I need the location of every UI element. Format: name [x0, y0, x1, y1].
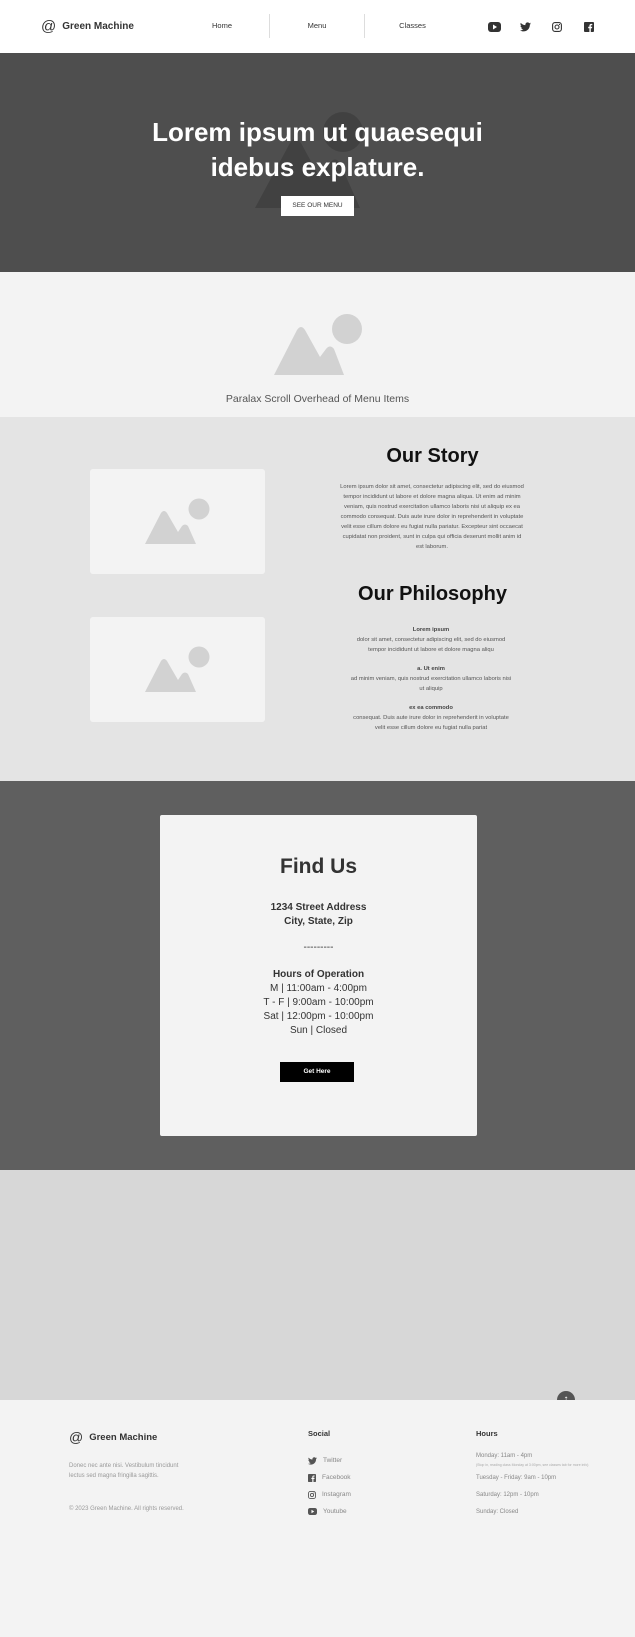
find-us-card: Find Us 1234 Street Address City, State,…	[160, 815, 477, 1136]
philosophy-item: Lorem ipsum dolor sit amet, consectetur …	[350, 625, 512, 655]
parallax-section: Paralax Scroll Overhead of Menu Items	[0, 272, 635, 417]
youtube-icon[interactable]	[488, 19, 520, 33]
brand-name: Green Machine	[62, 21, 134, 32]
footer-hours-row: Saturday: 12pm - 10pm	[476, 1492, 539, 1498]
philosophy-image-placeholder	[90, 617, 265, 722]
footer-social-label: Youtube	[323, 1508, 347, 1515]
get-here-button[interactable]: Get Here	[280, 1062, 354, 1082]
footer-hours-heading: Hours	[476, 1429, 498, 1438]
philosophy-list: Lorem ipsum dolor sit amet, consectetur …	[350, 625, 512, 742]
twitter-icon[interactable]	[520, 19, 552, 33]
nav-links: Home Menu Classes	[175, 14, 460, 38]
divider: ---------	[303, 942, 334, 953]
story-section: Our Story Lorem ipsum dolor sit amet, co…	[0, 417, 635, 781]
facebook-icon[interactable]	[584, 19, 616, 33]
our-story-text: Lorem ipsum dolor sit amet, consectetur …	[340, 484, 524, 550]
at-sign-icon: @	[69, 1429, 84, 1445]
instagram-icon[interactable]	[552, 19, 584, 33]
nav-link-classes[interactable]: Classes	[365, 14, 460, 38]
hours-row: Sun | Closed	[289, 1025, 348, 1036]
image-placeholder-icon	[274, 314, 362, 375]
footer-social-heading: Social	[308, 1429, 331, 1438]
philosophy-item-text: ad minim veniam, quis nostrud exercitati…	[350, 676, 512, 692]
footer-social-instagram[interactable]: Instagram	[308, 1486, 351, 1503]
image-placeholder-icon	[145, 646, 210, 692]
hero-section: Lorem ipsum ut quaesequi idebus explatur…	[0, 53, 635, 272]
top-navbar: @ Green Machine Home Menu Classes	[0, 0, 635, 53]
nav-link-menu[interactable]: Menu	[270, 14, 365, 38]
footer-hours-row: Tuesday - Friday: 9am - 10pm	[476, 1475, 557, 1481]
footer-social-label: Facebook	[322, 1474, 351, 1481]
hours-row: Sat | 12:00pm - 10:00pm	[263, 1011, 374, 1022]
nav-social-icons	[488, 19, 616, 33]
hours-list: M | 11:00am - 4:00pm T - F | 9:00am - 10…	[160, 982, 477, 1038]
philosophy-item-heading: a. Ut enim	[417, 666, 445, 672]
find-us-heading: Find Us	[280, 855, 357, 878]
parallax-caption: Paralax Scroll Overhead of Menu Items	[225, 393, 410, 405]
our-story-heading: Our Story	[386, 445, 479, 467]
philosophy-item-heading: Lorem ipsum	[412, 627, 450, 633]
philosophy-item-text: consequat. Duis aute irure dolor in repr…	[353, 715, 509, 731]
hero-title-line-2: idebus explature.	[210, 152, 425, 182]
at-sign-icon: @	[41, 18, 57, 35]
philosophy-item-heading: ex ea commodo	[409, 705, 453, 711]
footer-social-label: Instagram	[322, 1491, 351, 1498]
twitter-icon	[308, 1456, 317, 1465]
philosophy-item: ex ea commodo consequat. Duis aute irure…	[350, 703, 512, 733]
footer-brand-name: Green Machine	[89, 1431, 158, 1443]
footer-social-label: Twitter	[323, 1457, 343, 1464]
philosophy-item-text: dolor sit amet, consectetur adipiscing e…	[356, 637, 506, 653]
youtube-icon	[308, 1508, 317, 1515]
hours-heading: Hours of Operation	[272, 969, 365, 980]
find-us-section: Find Us 1234 Street Address City, State,…	[0, 781, 635, 1170]
footer-social-youtube[interactable]: Youtube	[308, 1503, 351, 1520]
see-menu-button[interactable]: SEE OUR MENU	[281, 196, 354, 216]
our-philosophy-heading: Our Philosophy	[358, 583, 507, 605]
footer-hours-note: (Stop in, reading class Monday at 3:00pm…	[476, 1463, 589, 1467]
instagram-icon	[308, 1490, 316, 1499]
hours-row: M | 11:00am - 4:00pm	[270, 983, 367, 994]
footer-social-facebook[interactable]: Facebook	[308, 1469, 351, 1486]
image-placeholder-icon	[145, 498, 210, 544]
footer-hours-row: Sunday: Closed	[476, 1509, 519, 1515]
brand-logo[interactable]: @ Green Machine	[41, 18, 134, 35]
hero-title: Lorem ipsum ut quaesequi idebus explatur…	[120, 115, 515, 185]
footer-copyright: © 2023 Green Machine. All rights reserve…	[69, 1506, 184, 1512]
hero-title-line-1: Lorem ipsum ut quaesequi	[152, 117, 483, 147]
footer-description: Donec nec ante nisi. Vestibulum tincidun…	[69, 1463, 179, 1479]
address-line-2: City, State, Zip	[284, 916, 353, 927]
footer-social-list: Twitter Facebook Instagram Youtube	[308, 1452, 351, 1520]
footer-brand[interactable]: @ Green Machine	[69, 1429, 157, 1445]
footer-hours-list: Monday: 11am - 4pm (Stop in, reading cla…	[476, 1452, 588, 1525]
large-image-placeholder	[0, 1170, 635, 1400]
nav-link-home[interactable]: Home	[175, 14, 270, 38]
facebook-icon	[308, 1473, 316, 1482]
footer-social-twitter[interactable]: Twitter	[308, 1452, 351, 1469]
address-line-1: 1234 Street Address	[270, 902, 367, 913]
story-image-placeholder	[90, 469, 265, 574]
hours-row: T - F | 9:00am - 10:00pm	[263, 997, 374, 1008]
address: 1234 Street Address City, State, Zip	[160, 901, 477, 929]
philosophy-item: a. Ut enim ad minim veniam, quis nostrud…	[350, 664, 512, 694]
footer: @ Green Machine Donec nec ante nisi. Ves…	[0, 1400, 635, 1560]
